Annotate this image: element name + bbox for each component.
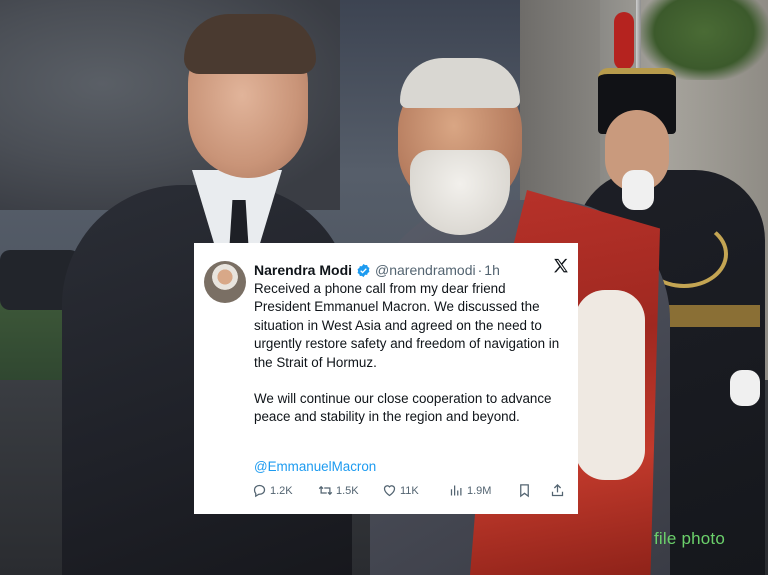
header-separator: · xyxy=(477,262,483,278)
share-icon xyxy=(551,483,564,497)
mention-link[interactable]: @EmmanuelMacron xyxy=(254,459,376,474)
tweet-actions: 1.2K 1.5K 11K 1.9M xyxy=(252,483,570,503)
reply-button[interactable]: 1.2K xyxy=(252,483,293,498)
repost-icon xyxy=(318,485,333,496)
bookmark-icon xyxy=(520,484,529,498)
author-avatar[interactable] xyxy=(204,261,246,303)
verified-badge-icon xyxy=(357,263,370,277)
share-button[interactable] xyxy=(550,483,568,498)
views-count: 1.9M xyxy=(467,484,492,497)
tweet-paragraph: We will continue our close cooperation t… xyxy=(254,391,552,425)
file-photo-watermark: file photo xyxy=(654,529,725,548)
x-logo-icon xyxy=(554,258,568,273)
like-icon xyxy=(383,485,396,497)
reply-count: 1.2K xyxy=(270,484,293,497)
tweet-paragraph: Received a phone call from my dear frien… xyxy=(254,281,560,370)
author-handle[interactable]: @narendramodi xyxy=(375,262,476,278)
views-button[interactable]: 1.9M xyxy=(449,483,491,498)
tweet-header: Narendra Modi @narendramodi · 1h xyxy=(254,259,562,281)
repost-count: 1.5K xyxy=(336,484,359,497)
tweet-card[interactable]: Narendra Modi @narendramodi · 1h Receive… xyxy=(194,243,578,514)
views-icon xyxy=(450,485,462,496)
like-button[interactable]: 11K xyxy=(382,483,419,498)
repost-button[interactable]: 1.5K xyxy=(318,483,359,498)
tweet-text: Received a phone call from my dear frien… xyxy=(254,280,564,427)
author-name[interactable]: Narendra Modi xyxy=(254,262,352,278)
reply-icon xyxy=(253,484,266,498)
tweet-time[interactable]: 1h xyxy=(484,262,500,278)
like-count: 11K xyxy=(400,484,419,497)
bookmark-button[interactable] xyxy=(517,483,535,498)
